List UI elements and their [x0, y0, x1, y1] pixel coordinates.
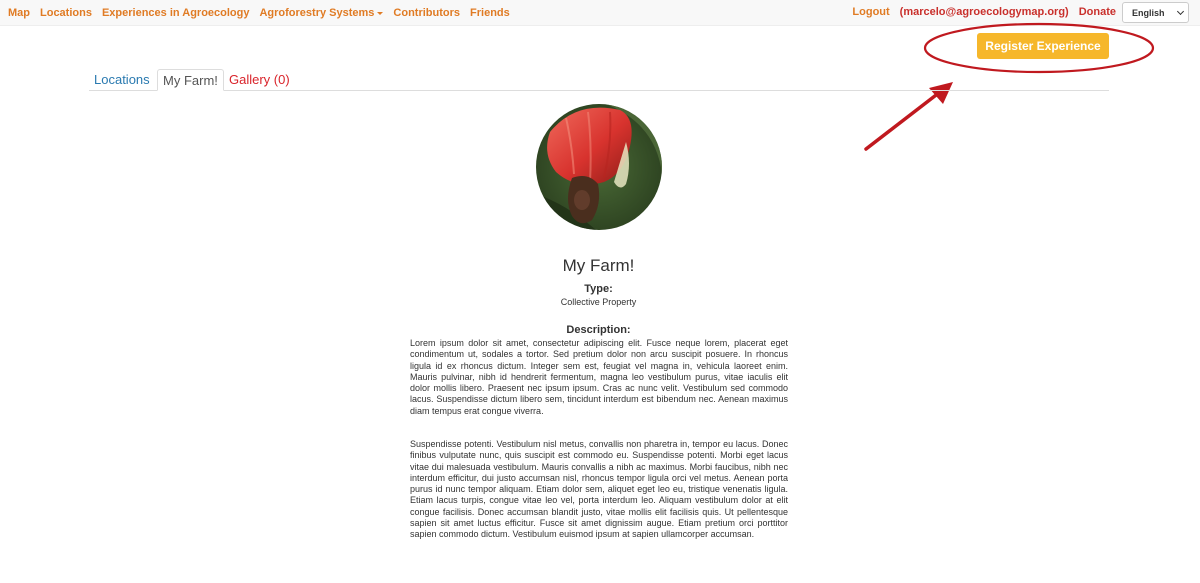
- nav-dropdown-agroforestry-label: Agroforestry Systems: [259, 7, 375, 19]
- language-select[interactable]: English: [1122, 2, 1189, 23]
- chevron-down-icon: [1176, 7, 1185, 16]
- logout-link[interactable]: Logout: [852, 6, 889, 18]
- nav-dropdown-agroforestry[interactable]: Agroforestry Systems: [259, 7, 384, 19]
- register-experience-button[interactable]: Register Experience: [977, 33, 1109, 59]
- nav-link-friends[interactable]: Friends: [470, 7, 510, 19]
- top-navbar: Map Locations Experiences in Agroecology…: [0, 0, 1200, 26]
- cashew-fruit-image: [536, 104, 662, 230]
- nav-link-experiences[interactable]: Experiences in Agroecology: [102, 7, 250, 19]
- nav-link-map[interactable]: Map: [8, 7, 30, 19]
- tab-locations[interactable]: Locations: [89, 69, 155, 91]
- description-paragraph: Lorem ipsum dolor sit amet, consectetur …: [410, 338, 788, 416]
- caret-down-icon: [377, 11, 384, 15]
- donate-link[interactable]: Donate: [1079, 6, 1116, 18]
- tab-my-farm[interactable]: My Farm!: [157, 69, 224, 91]
- arrow-icon: [864, 82, 953, 151]
- nav-link-contributors[interactable]: Contributors: [393, 7, 460, 19]
- type-label: Type:: [584, 283, 613, 295]
- nav-left-links: Map Locations Experiences in Agroecology…: [8, 7, 510, 19]
- nav-right-links: Logout (marcelo@agroecologymap.org) Dona…: [852, 6, 1116, 18]
- page-title: My Farm!: [562, 256, 635, 275]
- language-select-value: English: [1132, 8, 1165, 18]
- type-value: Collective Property: [560, 297, 637, 307]
- nav-link-locations[interactable]: Locations: [40, 7, 92, 19]
- user-email-link[interactable]: (marcelo@agroecologymap.org): [900, 6, 1069, 18]
- description-label: Description:: [566, 324, 631, 336]
- description-paragraph: Suspendisse potenti. Vestibulum nisl met…: [410, 439, 788, 540]
- farm-avatar-image: [536, 104, 662, 230]
- tab-gallery[interactable]: Gallery (0): [224, 69, 295, 91]
- profile-tabs: Locations My Farm! Gallery (0): [89, 69, 1109, 91]
